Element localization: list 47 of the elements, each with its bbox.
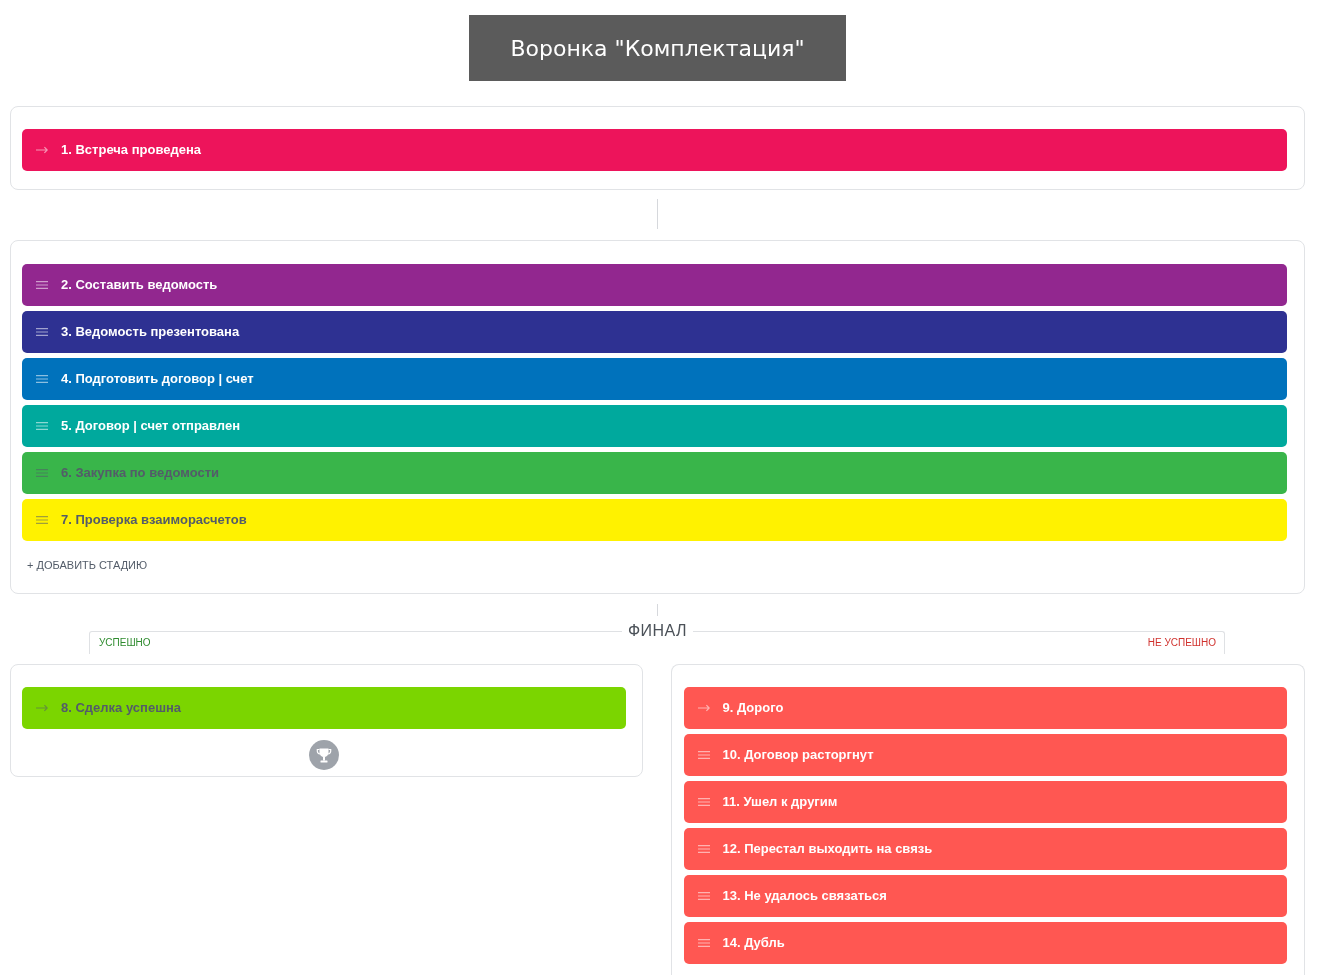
arrow-right-icon [36, 704, 48, 712]
failure-label: НЕ УСПЕШНО [1147, 637, 1216, 649]
stage-name: 8. Сделка успешна [61, 699, 182, 718]
stage-name: 14. Дубль [722, 934, 785, 953]
stage-bar[interactable]: 8. Сделка успешна [22, 687, 626, 729]
stage-name: 4. Подготовить договор | счет [61, 370, 254, 389]
stage-bar[interactable]: 2. Составить ведомость [22, 264, 1287, 306]
stage-name: 11. Ушел к другим [722, 793, 838, 812]
stage-name: 10. Договор расторгнут [722, 746, 874, 765]
stage-bar[interactable]: 1. Встреча проведена [22, 129, 1287, 171]
trophy-icon [308, 740, 339, 770]
stage-bar[interactable]: 12. Перестал выходить на связь [683, 828, 1287, 870]
stage-name: 5. Договор | счет отправлен [61, 417, 241, 436]
funnel-title: Воронка "Комплектация" [469, 15, 846, 81]
stage-name: 6. Закупка по ведомости [61, 464, 220, 483]
hamburger-icon [697, 939, 710, 947]
stage-bar[interactable]: 7. Проверка взаиморасчетов [22, 499, 1287, 541]
hamburger-icon [36, 469, 48, 477]
hamburger-icon [36, 328, 48, 336]
success-label: УСПЕШНО [99, 637, 152, 649]
stage-name: 9. Дорого [722, 699, 784, 718]
add-stage-link[interactable]: + ДОБАВИТЬ СТАДИЮ [27, 558, 148, 572]
stage-name: 13. Не удалось связаться [722, 887, 887, 906]
hamburger-icon [36, 375, 48, 383]
stage-bar[interactable]: 13. Не удалось связаться [683, 875, 1287, 917]
stage-bar[interactable]: 14. Дубль [683, 922, 1287, 964]
stage-name: 12. Перестал выходить на связь [722, 840, 933, 859]
stage-bar[interactable]: 3. Ведомость презентована [22, 311, 1287, 353]
stage-bar[interactable]: 6. Закупка по ведомости [22, 452, 1287, 494]
hamburger-icon [36, 516, 48, 524]
stage-bar[interactable]: 10. Договор расторгнут [683, 734, 1287, 776]
stage-name: 3. Ведомость презентована [61, 323, 240, 342]
arrow-right-icon [36, 146, 48, 154]
hamburger-icon [697, 798, 710, 806]
arrow-right-icon [697, 704, 710, 712]
hamburger-icon [697, 751, 710, 759]
stage-name: 2. Составить ведомость [61, 276, 218, 295]
hamburger-icon [36, 422, 48, 430]
stage-bar[interactable]: 5. Договор | счет отправлен [22, 405, 1287, 447]
hamburger-icon [697, 892, 710, 900]
stage-name: 7. Проверка взаиморасчетов [61, 511, 247, 530]
hamburger-icon [697, 845, 710, 853]
stage-bar[interactable]: 11. Ушел к другим [683, 781, 1287, 823]
stage-bar[interactable]: 4. Подготовить договор | счет [22, 358, 1287, 400]
hamburger-icon [36, 281, 48, 289]
stage-bar[interactable]: 9. Дорого [683, 687, 1287, 729]
stage-name: 1. Встреча проведена [61, 141, 202, 160]
